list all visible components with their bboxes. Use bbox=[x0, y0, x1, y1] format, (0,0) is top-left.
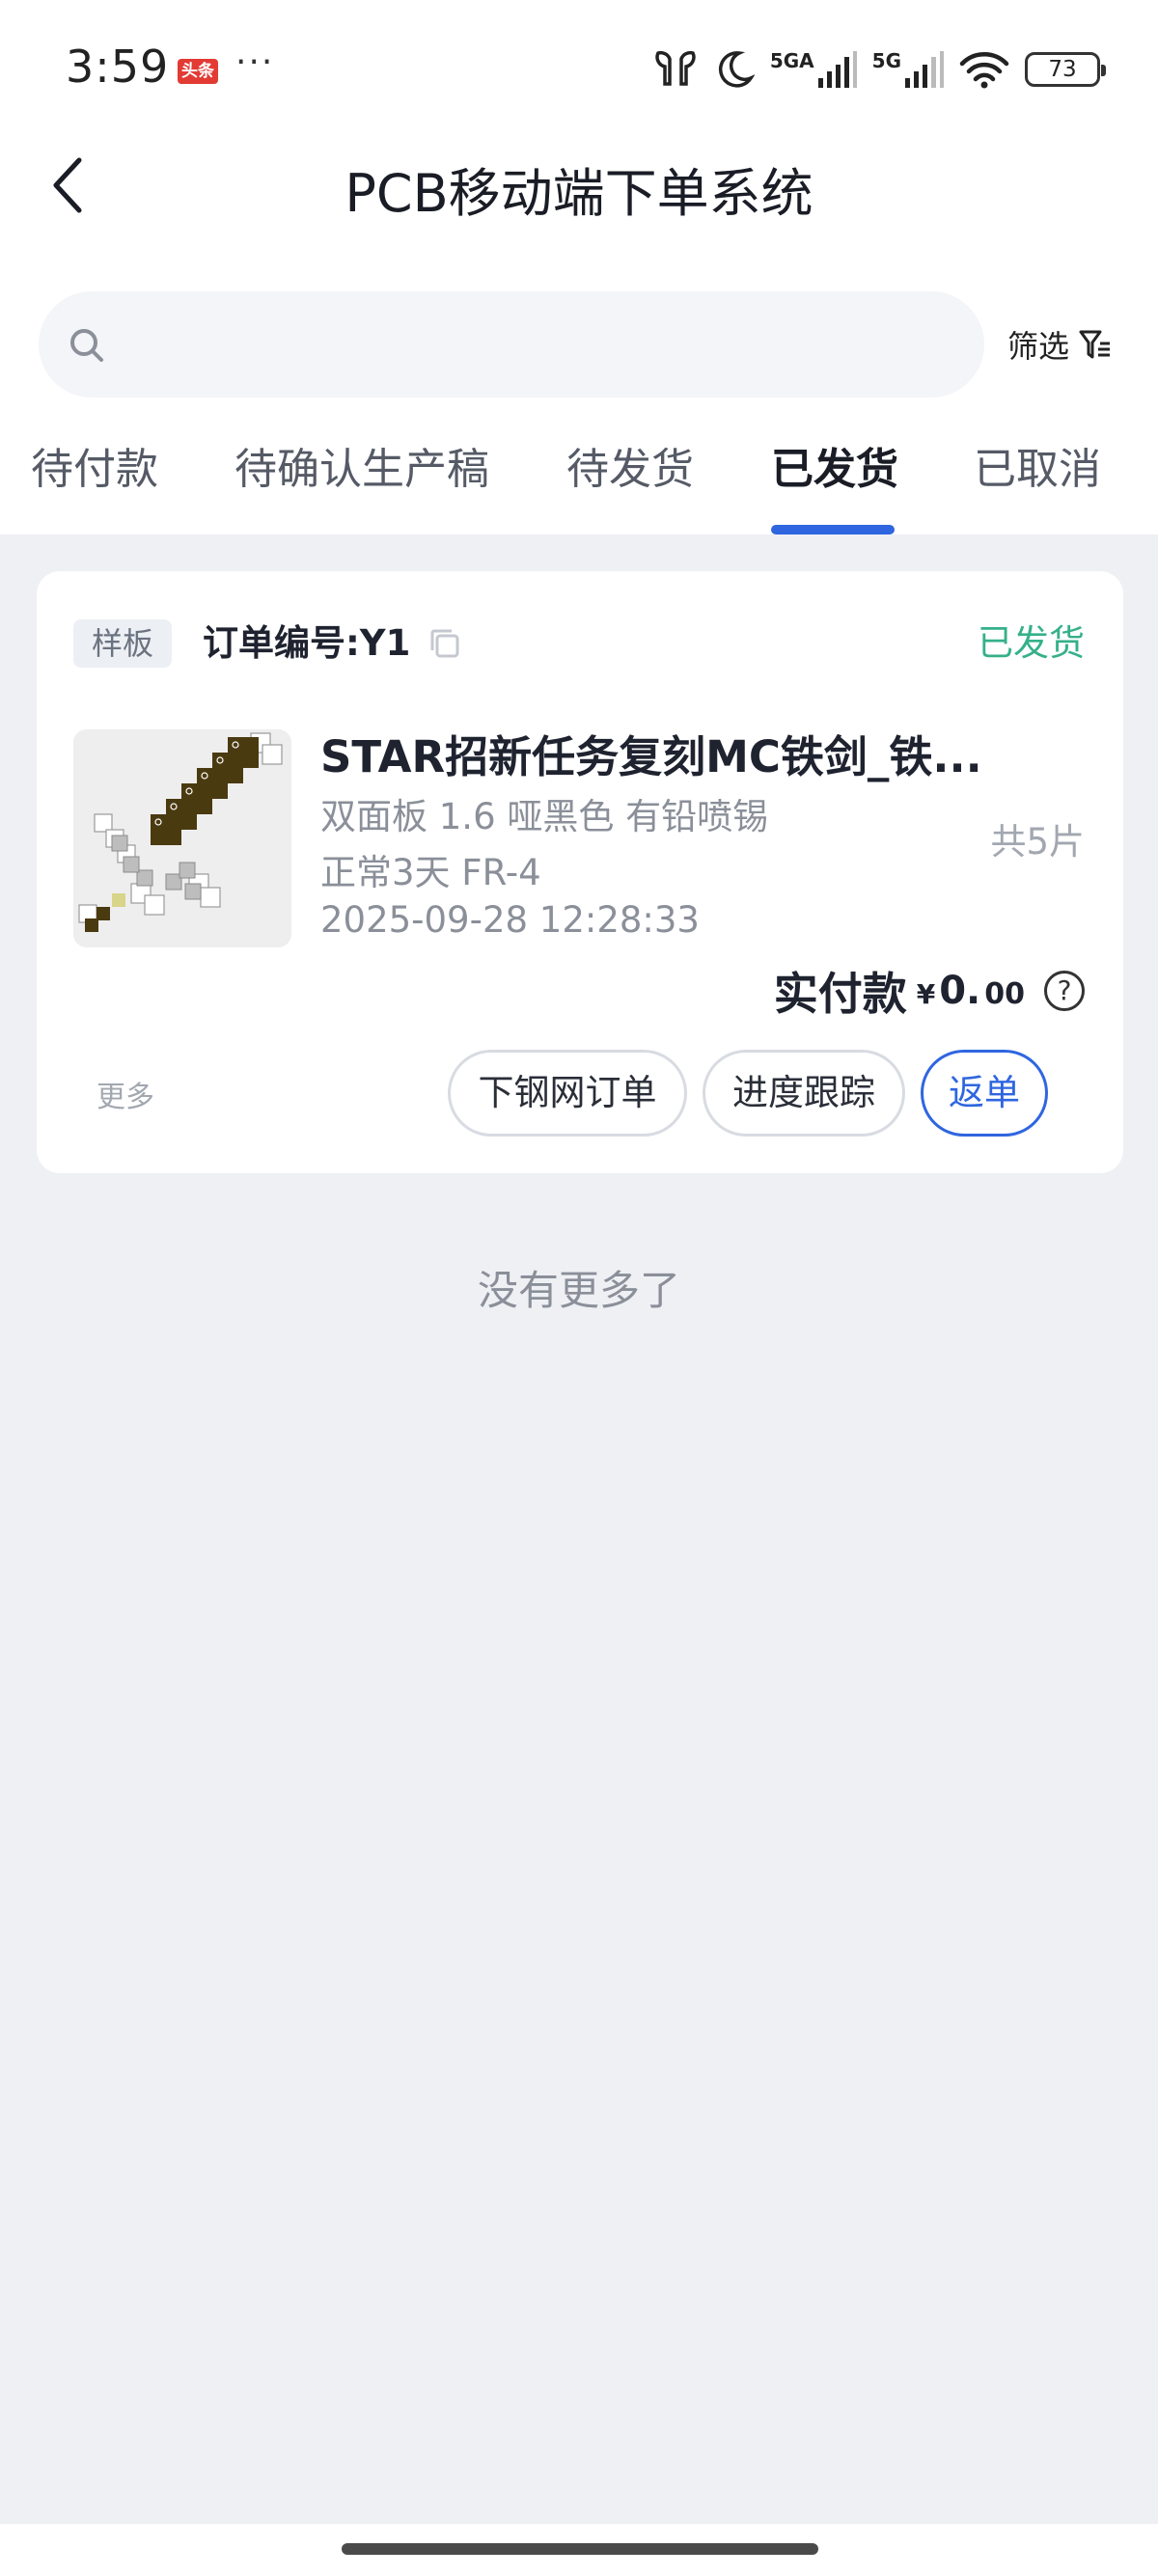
tab-pending-shipment[interactable]: 待发货 bbox=[566, 434, 694, 496]
product-title[interactable]: STAR招新任务复刻MC铁剑_铁... bbox=[320, 722, 996, 784]
signal-bars-icon bbox=[817, 51, 857, 88]
paid-amount: ¥ 0. 00 bbox=[917, 969, 1025, 1013]
progress-tracking-button-label: 进度跟踪 bbox=[732, 1072, 875, 1113]
order-datetime: 2025-09-28 12:28:33 bbox=[320, 899, 700, 941]
active-tab-indicator bbox=[771, 525, 895, 534]
network-label-5g: 5G bbox=[871, 49, 901, 72]
search-icon bbox=[70, 329, 103, 362]
signal-bars-icon bbox=[905, 51, 944, 88]
page-title: PCB移动端下单系统 bbox=[345, 163, 813, 224]
paid-amount-row: 实付款 ¥ 0. 00 ? bbox=[774, 959, 1085, 1023]
pcb-sword-preview-image bbox=[73, 729, 291, 947]
reorder-button[interactable]: 返单 bbox=[921, 1050, 1048, 1137]
moon-icon bbox=[718, 51, 755, 88]
tab-shipped[interactable]: 已发货 bbox=[771, 434, 898, 496]
progress-tracking-button[interactable]: 进度跟踪 bbox=[703, 1050, 905, 1137]
reorder-button-label: 返单 bbox=[949, 1072, 1020, 1113]
order-type-tag: 样板 bbox=[73, 619, 172, 668]
stencil-order-button[interactable]: 下钢网订单 bbox=[448, 1050, 687, 1137]
amount-decimal: 00 bbox=[984, 977, 1025, 1011]
copy-icon[interactable] bbox=[428, 627, 461, 660]
currency-symbol: ¥ bbox=[916, 978, 936, 1010]
order-status-tabs: 待付款 待确认生产稿 待发货 已发货 已取消 bbox=[0, 425, 1158, 534]
tab-cancelled[interactable]: 已取消 bbox=[974, 434, 1101, 496]
status-time: 3:59 bbox=[66, 41, 170, 93]
order-quantity: 共5片 bbox=[990, 821, 1085, 863]
status-bar: 3:59 头条 ··· 5GA 5G 73 bbox=[0, 0, 1158, 135]
tab-pending-confirmation[interactable]: 待确认生产稿 bbox=[234, 434, 489, 496]
signal-5ga: 5GA bbox=[770, 51, 857, 88]
filter-icon bbox=[1079, 330, 1111, 359]
battery-level: 73 bbox=[1048, 57, 1077, 82]
more-notifications-icon: ··· bbox=[235, 42, 275, 82]
home-indicator[interactable] bbox=[342, 2543, 818, 2555]
amount-integer: 0. bbox=[939, 969, 981, 1013]
product-spec-delivery: 正常3天 FR-4 bbox=[320, 852, 541, 893]
help-icon[interactable]: ? bbox=[1044, 971, 1085, 1011]
product-thumbnail[interactable] bbox=[73, 729, 291, 947]
tab-pending-payment[interactable]: 待付款 bbox=[31, 434, 158, 496]
earbuds-icon bbox=[655, 50, 696, 86]
news-app-badge: 头条 bbox=[178, 59, 218, 84]
stencil-order-button-label: 下钢网订单 bbox=[478, 1072, 657, 1113]
filter-button[interactable]: 筛选 bbox=[1007, 322, 1112, 367]
filter-label: 筛选 bbox=[1007, 328, 1070, 365]
status-icons: 5GA 5G 73 bbox=[652, 44, 1106, 95]
order-card[interactable]: 样板 订单编号:Y1 已发货 STAR招新任务复刻MC铁剑_铁... 双面板 1… bbox=[37, 571, 1123, 1173]
order-status-label: 已发货 bbox=[978, 622, 1085, 664]
network-label-5ga: 5GA bbox=[769, 49, 814, 72]
more-actions-link[interactable]: 更多 bbox=[96, 1073, 154, 1115]
no-more-text: 没有更多了 bbox=[477, 1267, 680, 1314]
search-input[interactable] bbox=[39, 291, 984, 397]
battery-icon: 73 bbox=[1025, 52, 1106, 87]
paid-label: 实付款 bbox=[773, 968, 907, 1020]
wifi-icon bbox=[959, 52, 1009, 89]
product-spec-board: 双面板 1.6 哑黑色 有铅喷锡 bbox=[320, 796, 769, 837]
signal-5g: 5G bbox=[872, 51, 944, 88]
order-number: 订单编号:Y1 bbox=[203, 622, 411, 664]
